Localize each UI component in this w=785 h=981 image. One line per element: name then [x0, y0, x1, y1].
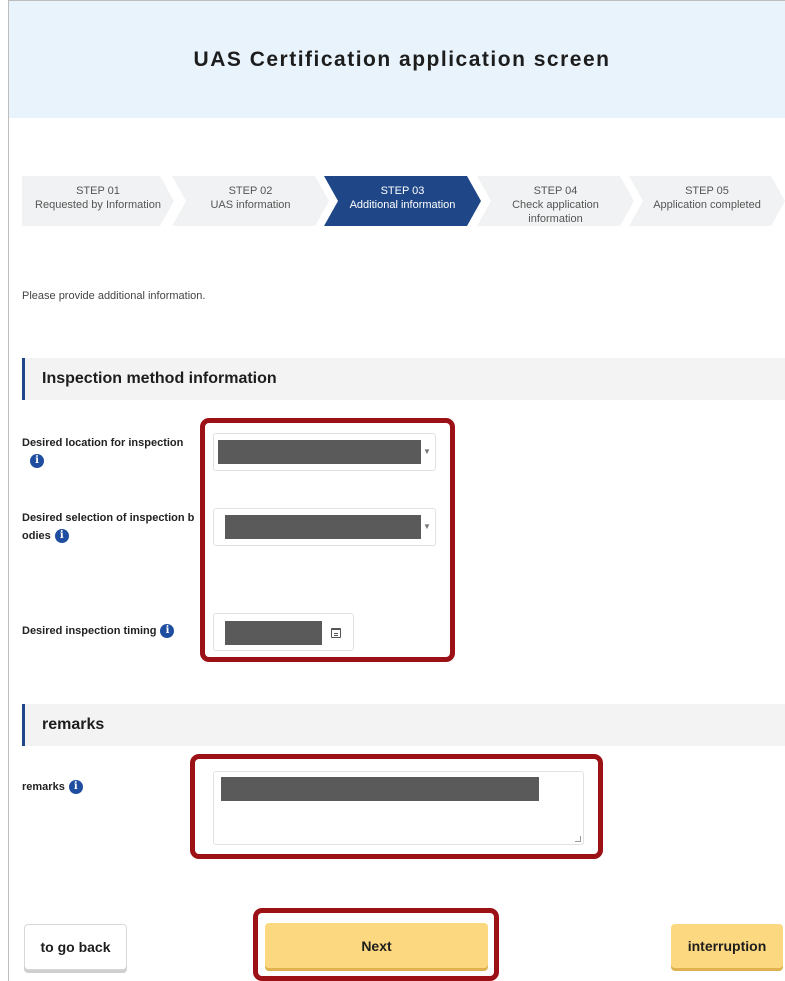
interruption-button[interactable]: interruption [671, 924, 783, 968]
timing-label: Desired inspection timing i [22, 622, 175, 640]
info-icon[interactable]: i [30, 454, 44, 469]
section-heading-remarks: remarks [22, 704, 785, 746]
step-label: Additional information [349, 199, 456, 211]
redacted-value [218, 440, 421, 464]
go-back-button[interactable]: to go back [24, 924, 127, 970]
info-icon[interactable]: i [160, 624, 175, 639]
remarks-textarea[interactable] [213, 771, 584, 845]
calendar-icon[interactable] [331, 628, 341, 638]
step-number: STEP 02 [228, 185, 273, 197]
step-number: STEP 04 [533, 185, 578, 197]
step-01: STEP 01 Requested by Information [22, 176, 174, 226]
inspection-date-input[interactable] [213, 613, 354, 651]
remarks-label-text: remarks [22, 781, 65, 793]
bodies-label: Desired selection of inspection b odies i [22, 509, 208, 545]
redacted-value [221, 777, 539, 801]
remarks-label: remarks i [22, 778, 83, 796]
chevron-down-icon: ▼ [423, 522, 431, 531]
resize-handle-icon[interactable] [575, 836, 581, 842]
section-title: remarks [42, 716, 105, 733]
timing-label-text: Desired inspection timing [22, 625, 157, 637]
step-label: UAS information [210, 199, 291, 211]
step-label: Check application information [512, 199, 599, 225]
redacted-value [225, 515, 421, 539]
section-title: Inspection method information [42, 370, 277, 387]
step-progress: STEP 01 Requested by Information STEP 02… [22, 176, 785, 226]
intro-text: Please provide additional information. [22, 290, 206, 302]
step-number: STEP 05 [685, 185, 729, 197]
next-button[interactable]: Next [265, 923, 488, 968]
inspection-bodies-select[interactable]: ▼ [213, 508, 436, 546]
step-label: Requested by Information [35, 199, 161, 211]
location-label-text: Desired location for inspection [22, 437, 184, 449]
bodies-label-text-2: odies [22, 530, 51, 542]
info-icon[interactable]: i [54, 529, 69, 544]
step-number: STEP 03 [380, 185, 425, 197]
step-04: STEP 04 Check application information [477, 176, 634, 226]
page-title: UAS Certification application screen [193, 47, 611, 71]
page-header: UAS Certification application screen [9, 1, 785, 118]
chevron-down-icon: ▼ [423, 447, 431, 456]
location-label: Desired location for inspection i [22, 434, 204, 470]
step-03: STEP 03 Additional information [324, 176, 481, 226]
bodies-label-text: Desired selection of inspection b [22, 512, 195, 524]
step-label: Application completed [653, 199, 761, 211]
section-heading-inspection: Inspection method information [22, 358, 785, 400]
info-icon[interactable]: i [68, 780, 83, 795]
redacted-value [225, 621, 322, 645]
step-number: STEP 01 [76, 185, 120, 197]
step-02: STEP 02 UAS information [172, 176, 329, 226]
location-select[interactable]: ▼ [213, 433, 436, 471]
step-05: STEP 05 Application completed [629, 176, 785, 226]
